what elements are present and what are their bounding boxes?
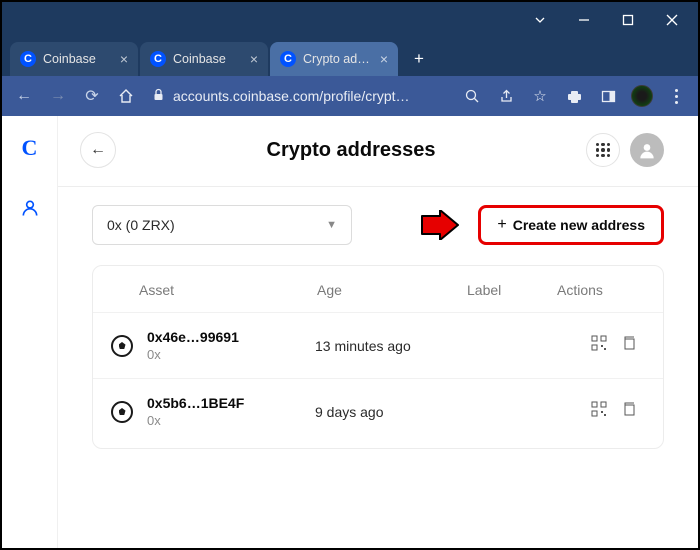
tab-favicon: C (280, 51, 296, 67)
address-text: 0x5b6…1BE4F (147, 395, 315, 411)
browser-tab[interactable]: C Coinbase × (10, 42, 138, 76)
tab-title: Crypto add… (303, 52, 373, 66)
browser-tab-active[interactable]: C Crypto add… × (270, 42, 398, 76)
page-back-button[interactable]: ← (80, 132, 116, 168)
grid-icon (596, 143, 611, 158)
lock-icon (152, 88, 165, 104)
table-row: 0x5b6…1BE4F 0x 9 days ago (93, 378, 663, 444)
page-content: ← Crypto addresses 0x (0 ZRX) ▼ + Create… (58, 116, 698, 548)
addresses-table: Asset Age Label Actions 0x46e…99691 0x 1… (92, 265, 664, 449)
asset-icon (111, 335, 133, 357)
apps-grid-button[interactable] (586, 133, 620, 167)
app-sidebar: C (2, 116, 58, 548)
tab-favicon: C (150, 51, 166, 67)
nav-forward-button[interactable]: → (44, 82, 72, 110)
browser-tabstrip: C Coinbase × C Coinbase × C Crypto add… … (2, 38, 698, 76)
extensions-icon[interactable] (560, 82, 588, 110)
coinbase-logo[interactable]: C (16, 134, 44, 162)
account-avatar[interactable] (630, 133, 664, 167)
divider (58, 186, 698, 187)
table-row: 0x46e…99691 0x 13 minutes ago (93, 312, 663, 378)
browser-menu-button[interactable] (662, 82, 690, 110)
sidebar-profile-icon[interactable] (20, 198, 40, 223)
plus-icon: + (497, 216, 506, 234)
window-maximize-button[interactable] (606, 2, 650, 38)
tab-close-icon[interactable]: × (120, 51, 128, 67)
asset-icon (111, 401, 133, 423)
column-age: Age (317, 282, 467, 298)
copy-button[interactable] (621, 401, 637, 422)
asset-selector-value: 0x (0 ZRX) (107, 217, 175, 233)
window-close-button[interactable] (650, 2, 694, 38)
address-age: 9 days ago (315, 404, 465, 420)
qr-code-button[interactable] (591, 335, 607, 356)
browser-toolbar: ← → ⟳ accounts.coinbase.com/profile/cryp… (2, 76, 698, 116)
tab-close-icon[interactable]: × (380, 51, 388, 67)
address-bar[interactable]: accounts.coinbase.com/profile/crypt… (146, 88, 452, 104)
page-title: Crypto addresses (116, 139, 586, 162)
qr-code-button[interactable] (591, 401, 607, 422)
nav-back-button[interactable]: ← (10, 82, 38, 110)
copy-button[interactable] (621, 335, 637, 356)
tab-close-icon[interactable]: × (250, 51, 258, 67)
column-label: Label (467, 282, 557, 298)
address-symbol: 0x (147, 413, 315, 428)
callout-arrow-icon (416, 210, 460, 240)
window-spacer-icon (518, 2, 562, 38)
nav-reload-button[interactable]: ⟳ (78, 82, 106, 110)
tab-favicon: C (20, 51, 36, 67)
tab-title: Coinbase (43, 52, 113, 66)
asset-selector[interactable]: 0x (0 ZRX) ▼ (92, 205, 352, 245)
address-symbol: 0x (147, 347, 315, 362)
browser-tab[interactable]: C Coinbase × (140, 42, 268, 76)
column-asset: Asset (139, 282, 317, 298)
table-header: Asset Age Label Actions (93, 268, 663, 312)
address-text: 0x46e…99691 (147, 329, 315, 345)
create-button-label: Create new address (513, 217, 645, 233)
address-url: accounts.coinbase.com/profile/crypt… (173, 88, 410, 104)
create-new-address-button[interactable]: + Create new address (478, 205, 664, 245)
share-icon[interactable] (492, 82, 520, 110)
window-titlebar (2, 2, 698, 38)
address-age: 13 minutes ago (315, 338, 465, 354)
tab-title: Coinbase (173, 52, 243, 66)
column-actions: Actions (557, 282, 637, 298)
bookmark-icon[interactable]: ☆ (526, 82, 554, 110)
window-minimize-button[interactable] (562, 2, 606, 38)
zoom-icon[interactable] (458, 82, 486, 110)
chevron-down-icon: ▼ (326, 219, 337, 231)
sidepanel-icon[interactable] (594, 82, 622, 110)
nav-home-button[interactable] (112, 82, 140, 110)
new-tab-button[interactable]: + (404, 44, 434, 74)
extension-app-icon[interactable] (628, 82, 656, 110)
